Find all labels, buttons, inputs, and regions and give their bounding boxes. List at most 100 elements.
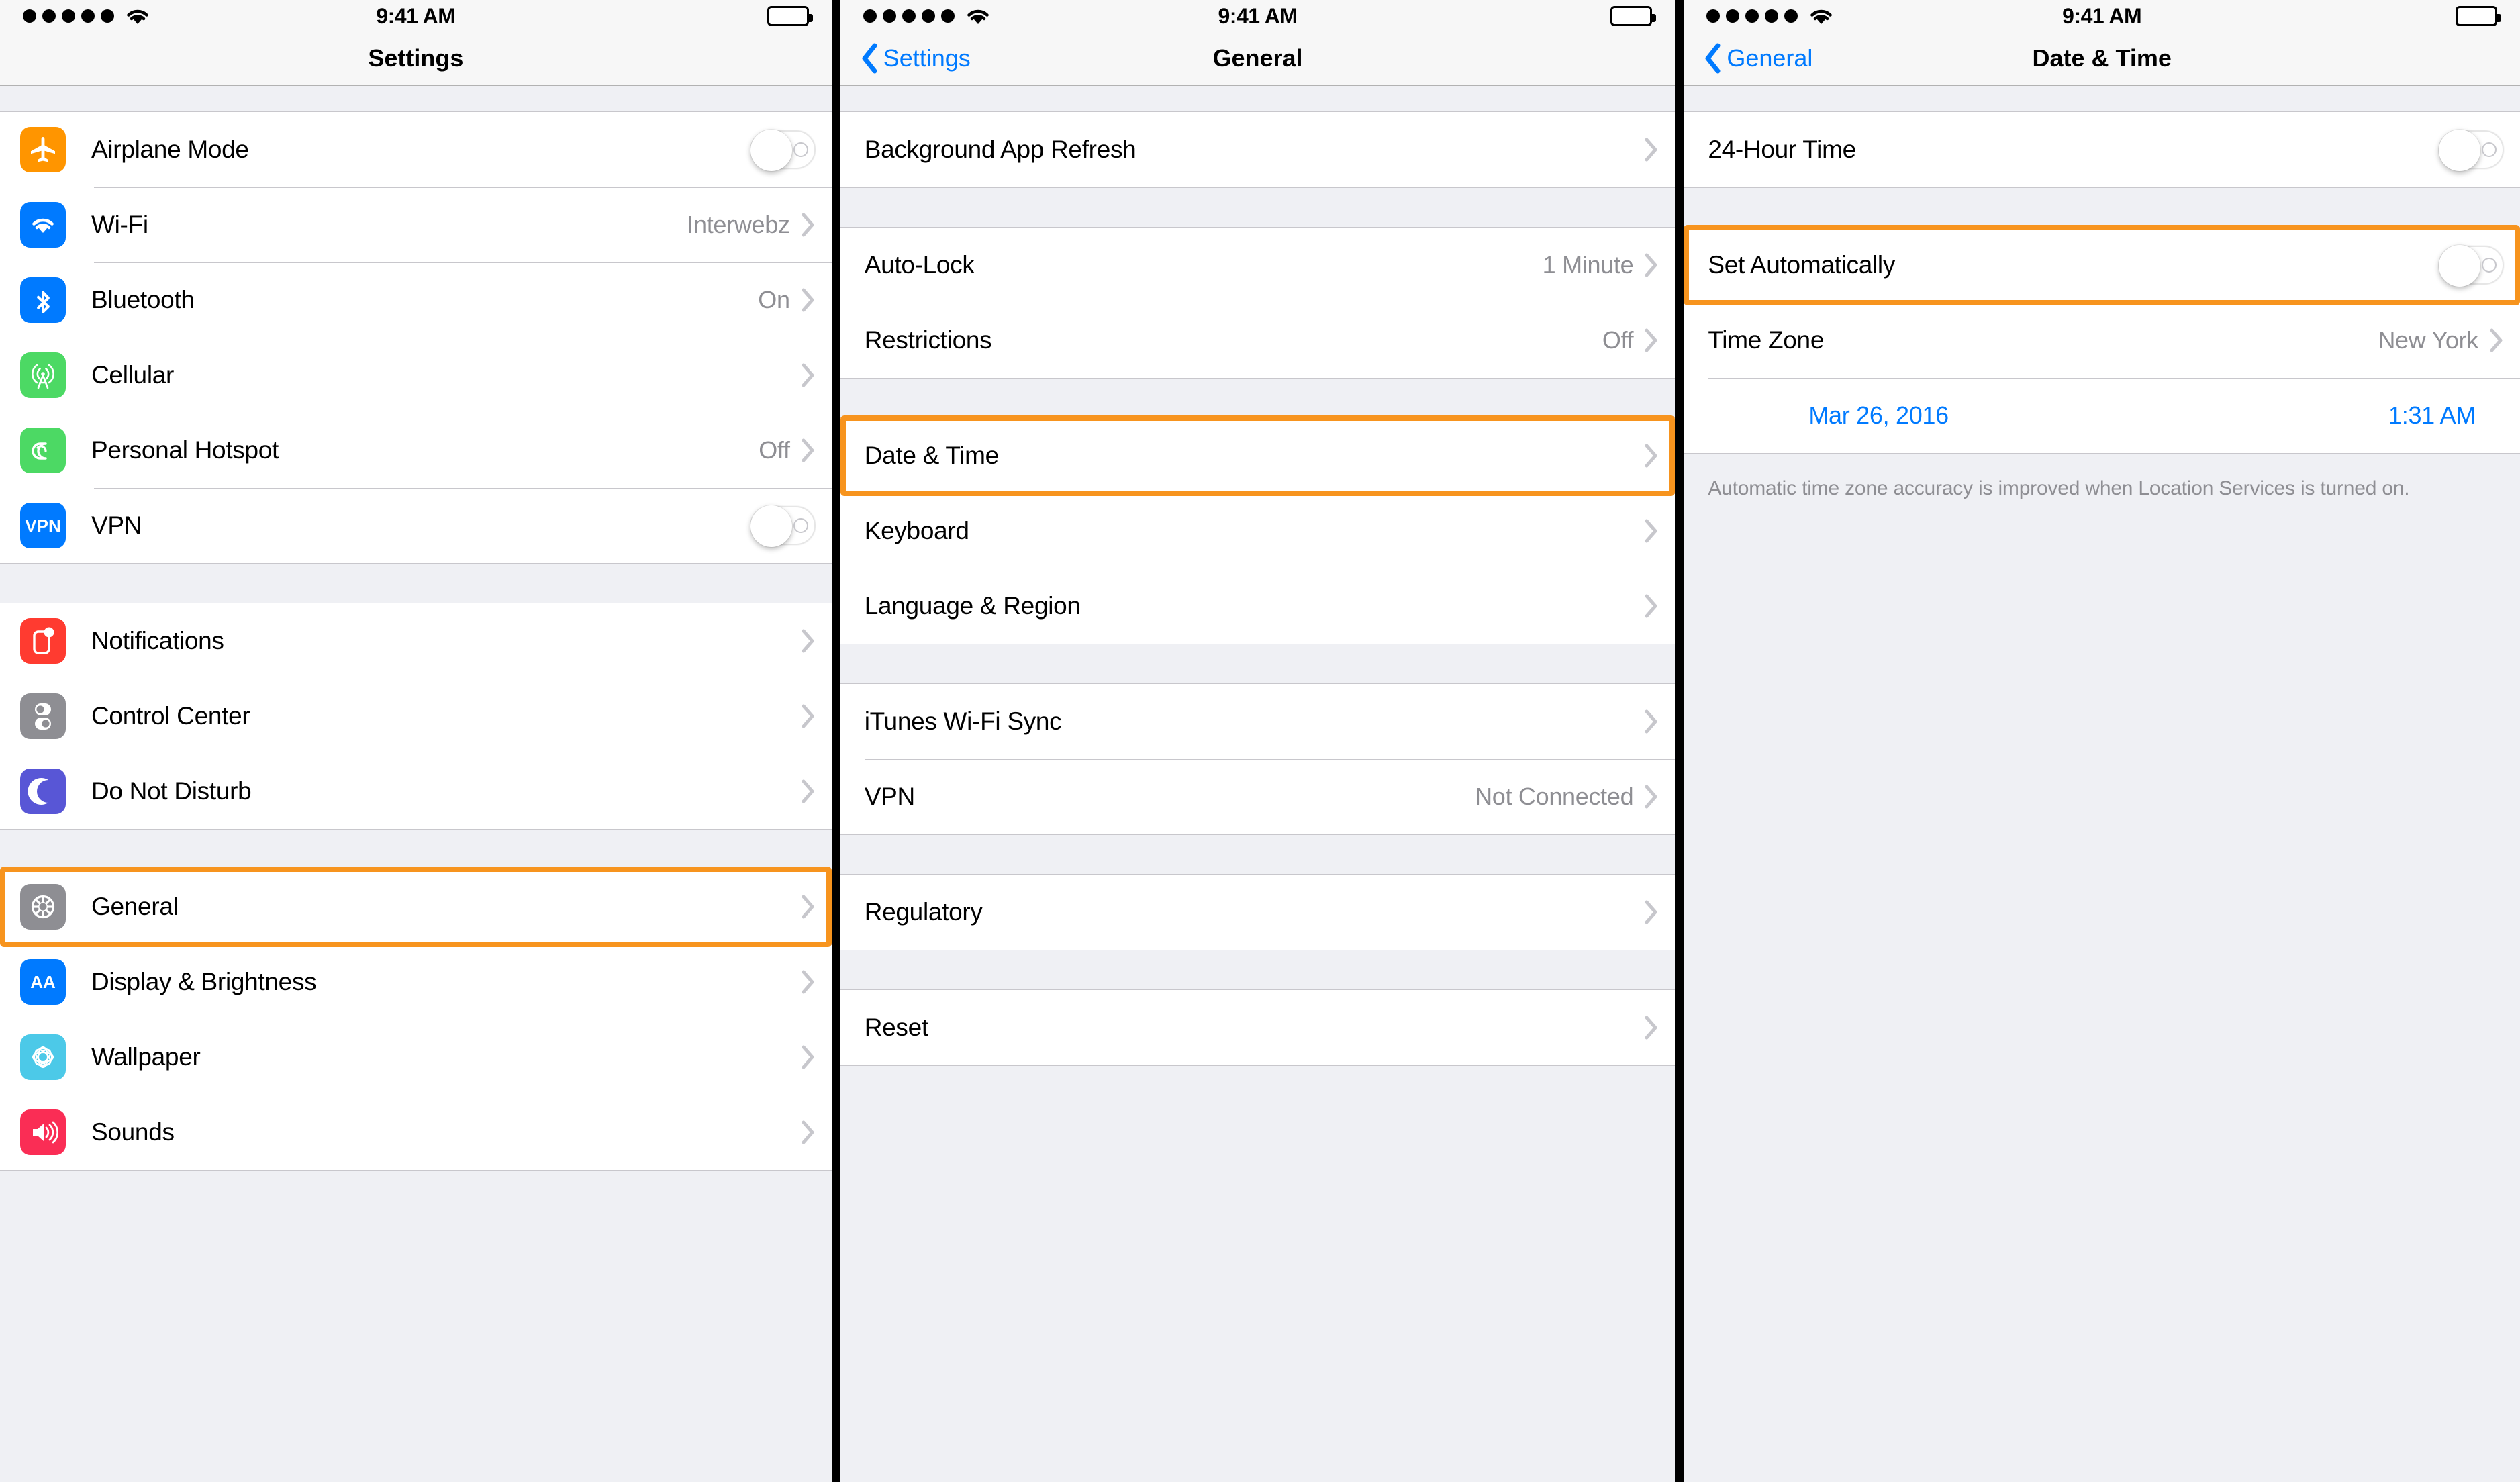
list-item-cellular[interactable]: Cellular [0, 338, 832, 413]
settings-group: Date & Time Keyboard Language & Region [840, 417, 1676, 644]
back-button[interactable]: General [1704, 43, 1812, 74]
settings-group: Airplane Mode Wi-Fi Interwebz Bluetooth On Ce… [0, 111, 832, 564]
vpn-icon: VPN [20, 503, 66, 548]
display-brightness-icon: AA [20, 959, 66, 1005]
list-item-detail: Interwebz [687, 211, 790, 238]
list-item-label: Restrictions [864, 326, 992, 354]
chevron-right-icon [1644, 252, 1659, 278]
list-item-label: Sounds [91, 1118, 175, 1146]
list-item-label: Background App Refresh [864, 136, 1136, 163]
settings-group: Auto-Lock 1 Minute Restrictions Off [840, 227, 1676, 379]
list-item-set-automatically[interactable]: Set Automatically [1684, 228, 2520, 303]
list-item-label: Auto-Lock [864, 251, 975, 279]
list-item-detail: New York [2378, 326, 2478, 354]
chevron-right-icon [1644, 328, 1659, 353]
list-item-auto-lock[interactable]: Auto-Lock 1 Minute [840, 228, 1676, 303]
chevron-right-icon [801, 1044, 816, 1070]
section-footnote: Automatic time zone accuracy is improved… [1708, 477, 2410, 499]
chevron-right-icon [2489, 328, 2504, 353]
back-button[interactable]: Settings [861, 43, 971, 74]
chevron-right-icon [1644, 1015, 1659, 1040]
list-item-notifications[interactable]: Notifications [0, 603, 832, 679]
list-item-vpn[interactable]: VPN Not Connected [840, 759, 1676, 834]
list-item-itunes-wi-fi-sync[interactable]: iTunes Wi-Fi Sync [840, 684, 1676, 759]
settings-group: iTunes Wi-Fi Sync VPN Not Connected [840, 683, 1676, 835]
list-item-control-center[interactable]: Control Center [0, 679, 832, 754]
list-item-detail: On [758, 286, 790, 313]
chevron-right-icon [801, 894, 816, 920]
list-item-label: Cellular [91, 361, 175, 389]
settings-group: Notifications Control Center Do Not Distur… [0, 603, 832, 830]
list-item-label: Notifications [91, 627, 224, 654]
panel-general: 9:41 AM Settings General Background App Ref… [840, 0, 1676, 1482]
status-bar: 9:41 AM [1684, 0, 2520, 32]
list-item-do-not-disturb[interactable]: Do Not Disturb [0, 754, 832, 829]
current-date-value[interactable]: Mar 26, 2016 [1808, 401, 1949, 430]
list-item-label: Keyboard [864, 517, 969, 544]
panel-divider [831, 0, 840, 1482]
list-item-label: Personal Hotspot [91, 436, 279, 464]
bluetooth-icon [20, 277, 66, 323]
toggle-knob [750, 505, 792, 547]
chevron-right-icon [801, 1120, 816, 1145]
list-item-label: Time Zone [1708, 326, 1825, 354]
status-bar: 9:41 AM [840, 0, 1676, 32]
toggle-off-ring [793, 518, 808, 533]
list-item-date-time[interactable]: Date & Time [840, 418, 1676, 493]
list-item-airplane-mode[interactable]: Airplane Mode [0, 112, 832, 187]
settings-list: 24-Hour Time Set Automatically Time Zone Ne… [1684, 86, 2520, 502]
chevron-right-icon [1644, 443, 1659, 468]
panel-settings: 9:41 AM Settings Airplane Mode Wi-Fi Interwe… [0, 0, 832, 1482]
chevron-left-icon [1704, 43, 1721, 74]
page-title: Settings [368, 44, 464, 72]
toggle-knob [2439, 130, 2480, 171]
hotspot-link-icon [20, 428, 66, 473]
list-item-detail: Off [759, 436, 790, 464]
list-item-label: Do Not Disturb [91, 777, 252, 805]
list-item-regulatory[interactable]: Regulatory [840, 875, 1676, 950]
list-item-personal-hotspot[interactable]: Personal Hotspot Off [0, 413, 832, 488]
list-item-general[interactable]: General [0, 869, 832, 944]
list-item-background-app-refresh[interactable]: Background App Refresh [840, 112, 1676, 187]
list-item-label: iTunes Wi-Fi Sync [864, 707, 1062, 735]
chevron-right-icon [1644, 593, 1659, 619]
settings-group: Background App Refresh [840, 111, 1676, 188]
list-item-display-brightness[interactable]: AA Display & Brightness [0, 944, 832, 1020]
list-item-label: Set Automatically [1708, 251, 1896, 279]
list-item-reset[interactable]: Reset [840, 990, 1676, 1065]
toggle-switch[interactable] [750, 505, 816, 547]
settings-group: Set Automatically Time Zone New York Mar 26… [1684, 227, 2520, 454]
cellular-tower-icon [20, 352, 66, 398]
list-item-bluetooth[interactable]: Bluetooth On [0, 262, 832, 338]
settings-group: 24-Hour Time [1684, 111, 2520, 188]
list-item-sounds[interactable]: Sounds [0, 1095, 832, 1170]
chevron-right-icon [801, 362, 816, 388]
settings-list: Background App Refresh Auto-Lock 1 Minute R… [840, 86, 1676, 1066]
toggle-switch[interactable] [750, 130, 816, 171]
settings-group: Regulatory [840, 874, 1676, 950]
three-panel-screenshot: 9:41 AM Settings Airplane Mode Wi-Fi Interwe… [0, 0, 2520, 1482]
list-item-wi-fi[interactable]: Wi-Fi Interwebz [0, 187, 832, 262]
current-time-value[interactable]: 1:31 AM [2388, 401, 2476, 430]
nav-bar: Settings General [840, 32, 1676, 86]
status-bar-time: 9:41 AM [2062, 3, 2142, 28]
list-item-language-region[interactable]: Language & Region [840, 569, 1676, 644]
list-item-keyboard[interactable]: Keyboard [840, 493, 1676, 569]
chevron-right-icon [1644, 784, 1659, 809]
list-item-restrictions[interactable]: Restrictions Off [840, 303, 1676, 378]
toggle-off-ring [793, 142, 808, 157]
wallpaper-flower-icon [20, 1034, 66, 1080]
list-item-label: Date & Time [864, 442, 1000, 469]
settings-list: Airplane Mode Wi-Fi Interwebz Bluetooth On Ce… [0, 86, 832, 1171]
chevron-right-icon [801, 438, 816, 463]
list-item-wallpaper[interactable]: Wallpaper [0, 1020, 832, 1095]
list-item-time-zone[interactable]: Time Zone New York [1684, 303, 2520, 378]
list-item-label: Wi-Fi [91, 211, 148, 238]
list-item-vpn[interactable]: VPN VPN [0, 488, 832, 563]
settings-group: General AA Display & Brightness Wallpaper So… [0, 869, 832, 1171]
list-item-24-hour-time[interactable]: 24-Hour Time [1684, 112, 2520, 187]
toggle-switch[interactable] [2439, 245, 2504, 287]
date-time-display-row[interactable]: Mar 26, 2016 1:31 AM [1684, 378, 2520, 453]
toggle-switch[interactable] [2439, 130, 2504, 171]
status-bar-time: 9:41 AM [1218, 3, 1298, 28]
